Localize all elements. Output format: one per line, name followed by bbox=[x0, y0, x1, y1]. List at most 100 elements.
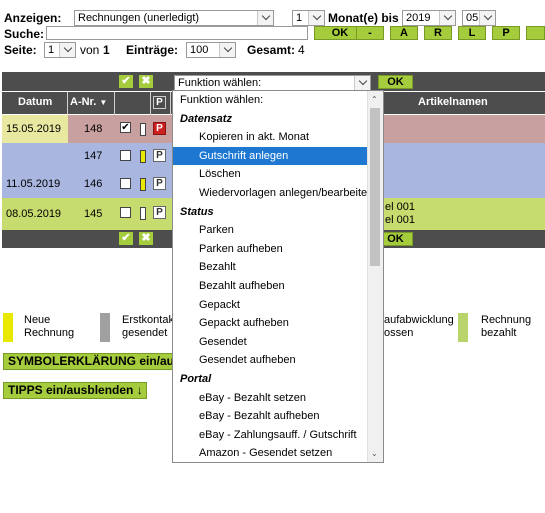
dropdown-scrollbar[interactable]: ⌃ ⌄ bbox=[367, 91, 383, 462]
row-checkbox[interactable] bbox=[120, 207, 131, 218]
park-button[interactable]: P bbox=[153, 206, 166, 219]
legend-kaufabwicklung: aufabwicklung ossen bbox=[384, 314, 454, 339]
park-button[interactable]: P bbox=[153, 122, 166, 135]
row-checkbox[interactable] bbox=[120, 178, 131, 189]
status-bar bbox=[140, 178, 146, 191]
dropdown-option[interactable]: eBay - Zahlungsauff. / Gutschrift bbox=[173, 426, 383, 445]
tipps-toggle-button[interactable]: TIPPS ein/ausblenden ↓ bbox=[3, 382, 147, 399]
filter-l-button[interactable]: L bbox=[458, 26, 486, 40]
chevron-down-icon bbox=[308, 11, 324, 25]
legend-erstkontakt: Erstkontakt gesendet bbox=[122, 314, 178, 339]
chevron-down-icon bbox=[59, 43, 75, 57]
col-a-nr-label: A-Nr. bbox=[70, 96, 97, 108]
legend-neue: Neue Rechnung bbox=[24, 314, 75, 339]
seite-value: 1 bbox=[48, 44, 55, 56]
dropdown-option[interactable]: Gepackt bbox=[173, 296, 383, 315]
row-checkbox[interactable]: ✔ bbox=[120, 122, 131, 133]
anzeigen-select[interactable]: Rechnungen (unerledigt) bbox=[74, 10, 274, 26]
filter-r-button[interactable]: R bbox=[424, 26, 452, 40]
chevron-down-icon bbox=[257, 11, 273, 25]
function-select[interactable]: Funktion wählen: bbox=[174, 75, 371, 91]
seite-select[interactable]: 1 bbox=[44, 42, 76, 58]
search-input[interactable] bbox=[46, 26, 308, 40]
row-datum: 15.05.2019 bbox=[6, 123, 62, 135]
dropdown-option[interactable]: Bezahlt aufheben bbox=[173, 277, 383, 296]
monat-label: Monat(e) bis bbox=[328, 11, 399, 25]
year-select[interactable]: 2019 bbox=[402, 10, 456, 26]
year-value: 2019 bbox=[406, 12, 431, 24]
filter-more-button[interactable] bbox=[526, 26, 545, 40]
row-nr: 148 bbox=[84, 123, 103, 135]
cross-icon[interactable]: ✖ bbox=[139, 75, 153, 88]
col-a-nr[interactable]: A-Nr. ▼ bbox=[70, 96, 107, 108]
function-dropdown[interactable]: Funktion wählen: Datensatz Kopieren in a… bbox=[172, 90, 384, 463]
chevron-down-icon bbox=[479, 11, 495, 25]
status-bar bbox=[140, 150, 146, 163]
sort-down-icon: ▼ bbox=[99, 98, 108, 107]
scroll-up-icon[interactable]: ⌃ bbox=[371, 95, 378, 104]
months-count-select[interactable]: 1 bbox=[292, 10, 325, 26]
legend-bezahlt: Rechnung bezahlt bbox=[481, 314, 532, 339]
dropdown-option[interactable]: eBay - Bezahlt setzen bbox=[173, 389, 383, 408]
status-bar bbox=[140, 123, 146, 136]
dropdown-option[interactable]: Amazon - Gesendet setzen bbox=[173, 444, 383, 462]
check-icon[interactable]: ✔ bbox=[119, 232, 133, 245]
dropdown-option[interactable]: Löschen bbox=[173, 165, 383, 184]
row-checkbox[interactable] bbox=[120, 150, 131, 161]
months-count-value: 1 bbox=[296, 12, 303, 24]
legend-swatch-erstkontakt bbox=[100, 313, 110, 342]
gesamt-label: Gesamt: bbox=[247, 43, 296, 57]
month-select[interactable]: 05 bbox=[462, 10, 496, 26]
von-label: von bbox=[80, 43, 100, 57]
minus-filter-button[interactable]: - bbox=[356, 26, 384, 40]
von-value: 1 bbox=[103, 43, 110, 57]
scrollbar-thumb[interactable] bbox=[370, 108, 380, 266]
month-value: 05 bbox=[466, 12, 479, 24]
dropdown-option[interactable]: eBay - Bezahlt aufheben bbox=[173, 407, 383, 426]
scroll-down-icon[interactable]: ⌄ bbox=[371, 449, 378, 458]
anzeigen-value: Rechnungen (unerledigt) bbox=[78, 12, 200, 24]
dropdown-option[interactable]: Gesendet aufheben bbox=[173, 351, 383, 370]
dropdown-option[interactable]: Gepackt aufheben bbox=[173, 314, 383, 333]
park-button[interactable]: P bbox=[153, 149, 166, 162]
chevron-down-icon bbox=[439, 11, 455, 25]
dropdown-option[interactable]: Bezahlt bbox=[173, 258, 383, 277]
row-nr: 145 bbox=[84, 208, 103, 220]
dropdown-option-highlighted[interactable]: Gutschrift anlegen bbox=[173, 146, 383, 166]
check-icon[interactable]: ✔ bbox=[119, 75, 133, 88]
anzeigen-label: Anzeigen: bbox=[4, 11, 62, 25]
function-ok-button[interactable]: OK bbox=[378, 75, 413, 89]
eintraege-label: Einträge: bbox=[126, 43, 179, 57]
park-button[interactable]: P bbox=[153, 177, 166, 190]
chevron-down-icon bbox=[354, 76, 370, 90]
row-nr: 146 bbox=[84, 178, 103, 190]
dropdown-option[interactable]: Parken aufheben bbox=[173, 240, 383, 259]
suche-label: Suche: bbox=[4, 27, 45, 41]
col-datum[interactable]: Datum bbox=[18, 96, 52, 108]
row-artikel: el 001 bbox=[385, 201, 415, 213]
function-select-value: Funktion wählen: bbox=[178, 77, 262, 89]
col-p: P bbox=[153, 96, 166, 109]
dropdown-option-header[interactable]: Funktion wählen: bbox=[173, 91, 383, 110]
eintraege-value: 100 bbox=[190, 44, 209, 56]
chevron-down-icon bbox=[219, 43, 235, 57]
status-bar bbox=[140, 207, 146, 220]
dropdown-group-datensatz: Datensatz bbox=[180, 112, 232, 125]
dropdown-option[interactable]: Kopieren in akt. Monat bbox=[173, 128, 383, 147]
row-datum: 11.05.2019 bbox=[6, 178, 61, 190]
legend-swatch-neue bbox=[3, 313, 13, 342]
eintraege-select[interactable]: 100 bbox=[186, 42, 236, 58]
cross-icon[interactable]: ✖ bbox=[139, 232, 153, 245]
dropdown-option[interactable]: Gesendet bbox=[173, 333, 383, 352]
dropdown-option[interactable]: Parken bbox=[173, 221, 383, 240]
dropdown-option[interactable]: Wiedervorlagen anlegen/bearbeiten bbox=[173, 184, 383, 203]
symbol-toggle-button[interactable]: SYMBOLERKLÄRUNG ein/ausb bbox=[3, 353, 175, 370]
filter-p-button[interactable]: P bbox=[492, 26, 520, 40]
dropdown-group-status: Status bbox=[180, 205, 214, 218]
filter-a-button[interactable]: A bbox=[390, 26, 418, 40]
legend-swatch-bezahlt bbox=[458, 313, 468, 342]
dropdown-group-portal: Portal bbox=[180, 372, 212, 385]
seite-label: Seite: bbox=[4, 43, 37, 57]
row-datum: 08.05.2019 bbox=[6, 208, 62, 220]
gesamt-value: 4 bbox=[298, 43, 305, 57]
